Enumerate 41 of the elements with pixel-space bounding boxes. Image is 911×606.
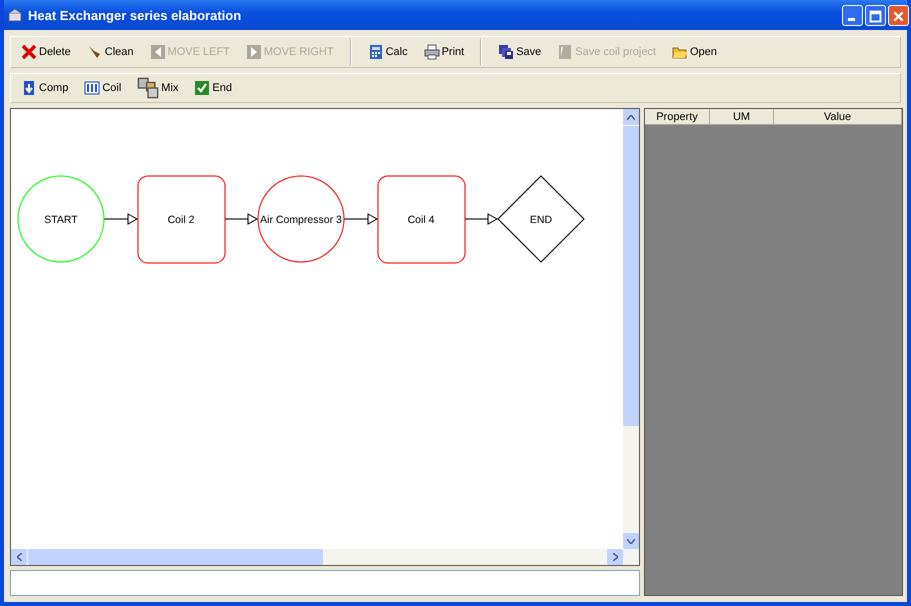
node-label: Coil 4: [408, 214, 434, 226]
toolbar-button[interactable]: Calc: [362, 42, 414, 62]
connector-arrow: [104, 213, 138, 225]
document-icon: [557, 44, 574, 60]
toolbar-button[interactable]: Delete: [15, 42, 77, 62]
window-title: Heat Exchanger series elaboration: [28, 8, 242, 22]
rounded-box-node[interactable]: [138, 176, 226, 264]
palette-button[interactable]: Coil: [78, 78, 128, 98]
diamond-node[interactable]: [497, 175, 585, 263]
minimize-button[interactable]: [842, 4, 863, 26]
connector-arrow: [224, 213, 258, 225]
toolbar-button[interactable]: Save: [492, 42, 548, 62]
connector-arrow: [464, 213, 498, 225]
minimize-icon: [848, 18, 855, 20]
circle-node[interactable]: [258, 176, 344, 262]
checkbox-icon: [194, 80, 210, 96]
arrow-down-icon: [21, 80, 37, 96]
node-label: START: [44, 214, 78, 226]
horizontal-scrollbar[interactable]: [11, 549, 623, 565]
connector-arrow: [344, 213, 378, 225]
close-button[interactable]: [888, 4, 909, 26]
floppy-disks-icon: [498, 44, 514, 60]
rounded-box-node[interactable]: [378, 176, 466, 264]
toolbar-button[interactable]: Clean: [80, 42, 140, 62]
node-label: END: [530, 214, 552, 226]
palette-button[interactable]: End: [188, 78, 238, 98]
node-label: Air Compressor 3: [260, 214, 342, 226]
palette-button[interactable]: Comp: [15, 78, 74, 98]
palette-button[interactable]: Mix: [131, 75, 184, 101]
delete-icon: [21, 44, 37, 60]
coil-icon: [84, 80, 100, 96]
toolbar-button[interactable]: Print: [418, 42, 470, 62]
vertical-scrollbar[interactable]: [623, 109, 639, 565]
printer-icon: [424, 44, 440, 60]
toolbar-button[interactable]: Open: [666, 42, 723, 62]
squares-icon: [137, 77, 160, 99]
status-field[interactable]: [10, 570, 640, 596]
calculator-icon: [368, 44, 384, 60]
node-label: Coil 2: [168, 214, 194, 226]
app-icon: [8, 8, 22, 22]
maximize-button[interactable]: [865, 4, 886, 26]
